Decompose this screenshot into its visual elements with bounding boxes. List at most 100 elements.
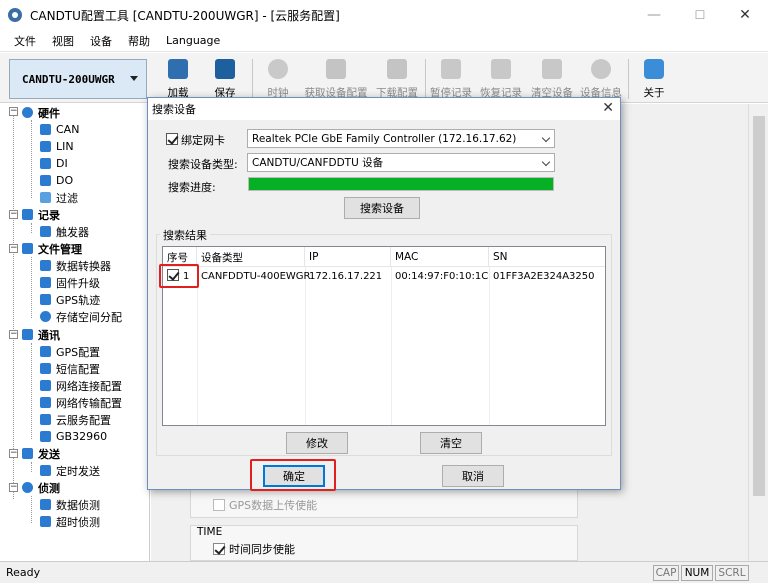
tree-item-di[interactable]: DI	[40, 155, 68, 172]
status-bar: Ready CAP NUM SCRL	[0, 561, 768, 583]
search-results-list[interactable]: 序号 设备类型 IP MAC SN 1 CANFDDTU-400EWGR 172…	[162, 246, 606, 426]
tree-collapse-toggle[interactable]: −	[9, 483, 18, 492]
tree-item-lin[interactable]: LIN	[40, 138, 74, 155]
tree-item-do[interactable]: DO	[40, 172, 73, 189]
menu-view[interactable]: 视图	[44, 33, 82, 49]
device-type-label: 搜索设备类型:	[168, 158, 238, 171]
toolbar: CANDTU-200UWGR 加载 保存 时钟 获取设备配置 下载配置 暂停记录…	[0, 53, 768, 103]
tree-guide-line	[31, 223, 32, 233]
tree-guide-line	[31, 462, 32, 472]
cancel-button[interactable]: 取消	[442, 465, 504, 487]
get-config-icon	[326, 59, 346, 79]
tree-group-communication[interactable]: 通讯	[22, 326, 60, 343]
sms-icon	[40, 363, 51, 374]
checkbox-box	[213, 543, 225, 555]
load-icon	[168, 59, 188, 79]
tree-item-trigger[interactable]: 触发器	[40, 223, 89, 240]
resume-icon	[491, 59, 511, 79]
row-mac: 00:14:97:F0:10:1C	[395, 270, 489, 282]
tree-item-storage-allocation[interactable]: 存储空间分配	[40, 308, 122, 325]
tree-item-gps-config[interactable]: GPS配置	[40, 343, 100, 360]
load-button[interactable]: 加载	[153, 57, 203, 101]
tree-item-cloud-service[interactable]: 云服务配置	[40, 411, 111, 428]
tree-guide-line	[31, 257, 32, 318]
time-sync-checkbox[interactable]: 时间同步使能	[213, 541, 295, 557]
row-sn: 01FF3A2E324A3250	[493, 270, 595, 282]
get-config-button[interactable]: 获取设备配置	[305, 57, 368, 101]
tree-group-hardware[interactable]: 硬件	[22, 104, 60, 121]
tree-collapse-toggle[interactable]: −	[9, 330, 18, 339]
gps-track-icon	[40, 294, 51, 305]
tree-item-filter[interactable]: 过滤	[40, 189, 78, 206]
clock-button[interactable]: 时钟	[253, 57, 303, 101]
network-transfer-icon	[40, 397, 51, 408]
tree-item-timed-send[interactable]: 定时发送	[40, 462, 100, 479]
menu-language[interactable]: Language	[158, 34, 228, 47]
tree-guide-line	[31, 496, 32, 523]
device-select[interactable]: CANDTU-200UWGR	[9, 59, 147, 99]
cloud-icon	[40, 414, 51, 425]
column-header-mac[interactable]: MAC	[391, 247, 489, 267]
menu-device[interactable]: 设备	[82, 33, 120, 49]
tree-item-firmware-upgrade[interactable]: 固件升级	[40, 274, 100, 291]
communication-icon	[22, 329, 33, 340]
maximize-button[interactable]: ☐	[677, 0, 723, 30]
clear-button[interactable]: 清空	[420, 432, 482, 454]
tree-item-timeout-detection[interactable]: 超时侦测	[40, 513, 100, 530]
list-header: 序号 设备类型 IP MAC SN	[163, 247, 605, 267]
tree-guide-line	[31, 343, 32, 439]
firmware-icon	[40, 277, 51, 288]
pause-record-button[interactable]: 暂停记录	[426, 57, 476, 101]
search-device-dialog: 搜索设备 ✕ 绑定网卡 Realtek PCIe GbE Family Cont…	[147, 97, 621, 490]
tree-item-sms-config[interactable]: 短信配置	[40, 360, 100, 377]
tree-item-data-detection[interactable]: 数据侦测	[40, 496, 100, 513]
checkbox-box	[213, 499, 225, 511]
tree-item-data-converter[interactable]: 数据转换器	[40, 257, 111, 274]
vertical-scrollbar[interactable]	[748, 104, 768, 561]
tree-collapse-toggle[interactable]: −	[9, 244, 18, 253]
tree-collapse-toggle[interactable]: −	[9, 210, 18, 219]
close-button[interactable]: ✕	[722, 0, 768, 30]
scrollbar-thumb[interactable]	[753, 116, 765, 496]
clear-device-button[interactable]: 清空设备	[527, 57, 577, 101]
device-info-button[interactable]: 设备信息	[576, 57, 626, 101]
search-device-button[interactable]: 搜索设备	[344, 197, 420, 219]
tree-item-network-connection[interactable]: 网络连接配置	[40, 377, 122, 394]
clock-icon	[268, 59, 288, 79]
data-converter-icon	[40, 260, 51, 271]
column-header-ip[interactable]: IP	[305, 247, 391, 267]
minimize-button[interactable]: —	[631, 0, 677, 30]
tree-group-file-management[interactable]: 文件管理	[22, 240, 82, 257]
tree-collapse-toggle[interactable]: −	[9, 107, 18, 116]
menu-help[interactable]: 帮助	[120, 33, 158, 49]
tree-group-record[interactable]: 记录	[22, 206, 60, 223]
dialog-close-button[interactable]: ✕	[602, 100, 614, 116]
tree-item-gps-track[interactable]: GPS轨迹	[40, 291, 100, 308]
menu-file[interactable]: 文件	[0, 33, 44, 49]
gps-config-icon	[40, 346, 51, 357]
about-button[interactable]: 关于	[629, 57, 679, 101]
save-button[interactable]: 保存	[200, 57, 250, 101]
tree-item-gb32960[interactable]: GB32960	[40, 428, 107, 445]
download-config-icon	[387, 59, 407, 79]
column-header-type[interactable]: 设备类型	[197, 247, 305, 267]
tree-group-detection[interactable]: 侦测	[22, 479, 60, 496]
tree-collapse-toggle[interactable]: −	[9, 449, 18, 458]
resume-record-button[interactable]: 恢复记录	[476, 57, 526, 101]
tree-item-network-transfer[interactable]: 网络传输配置	[40, 394, 122, 411]
download-config-button[interactable]: 下载配置	[372, 57, 422, 101]
pie-chart-icon	[40, 311, 51, 322]
column-header-sn[interactable]: SN	[489, 247, 605, 267]
modify-button[interactable]: 修改	[286, 432, 348, 454]
hardware-icon	[22, 107, 33, 118]
device-select-value: CANDTU-200UWGR	[22, 72, 115, 86]
nic-select[interactable]: Realtek PCIe GbE Family Controller (172.…	[247, 129, 555, 148]
device-type-select[interactable]: CANDTU/CANFDDTU 设备	[247, 153, 555, 172]
tree-group-send[interactable]: 发送	[22, 445, 60, 462]
tree-item-can[interactable]: CAN	[40, 121, 79, 138]
file-management-icon	[22, 243, 33, 254]
bind-nic-checkbox[interactable]	[166, 133, 178, 145]
title-bar: CANDTU配置工具 [CANDTU-200UWGR] - [云服务配置] — …	[0, 0, 768, 30]
tree-guide-line	[31, 120, 32, 198]
gps-upload-checkbox[interactable]: GPS数据上传使能	[213, 497, 317, 513]
